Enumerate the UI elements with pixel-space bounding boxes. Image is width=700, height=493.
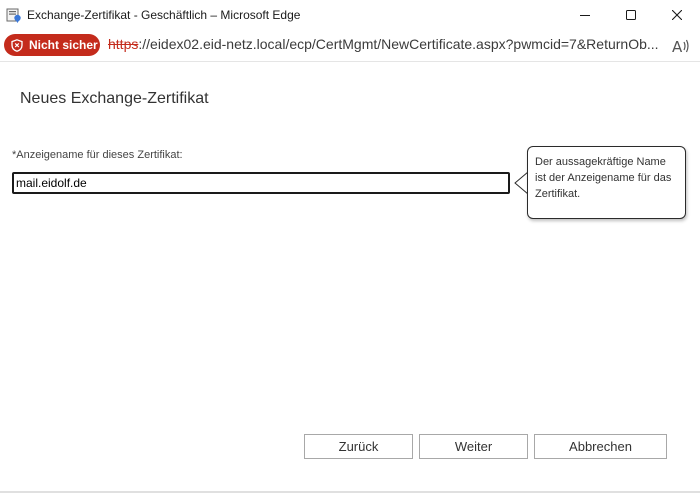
window-title: Exchange-Zertifikat - Geschäftlich – Mic… bbox=[27, 8, 301, 22]
next-button[interactable]: Weiter bbox=[419, 434, 528, 459]
url-field[interactable]: https://eidex02.eid-netz.local/ecp/CertM… bbox=[108, 36, 668, 52]
url-rest: ://eidex02.eid-netz.local/ecp/CertMgmt/N… bbox=[138, 36, 659, 52]
minimize-button[interactable] bbox=[562, 0, 608, 30]
security-label: Nicht sicher bbox=[29, 38, 98, 52]
back-button[interactable]: Zurück bbox=[304, 434, 413, 459]
display-name-label: *Anzeigename für dieses Zertifikat: bbox=[12, 149, 183, 161]
help-callout: Der aussagekräftige Name ist der Anzeige… bbox=[527, 146, 686, 219]
cancel-button[interactable]: Abbrechen bbox=[534, 434, 667, 459]
page-title: Neues Exchange-Zertifikat bbox=[20, 90, 209, 107]
shield-warning-icon bbox=[11, 38, 23, 52]
maximize-button[interactable] bbox=[608, 0, 654, 30]
security-indicator-button[interactable]: Nicht sicher bbox=[4, 34, 100, 56]
window-titlebar: Exchange-Zertifikat - Geschäftlich – Mic… bbox=[0, 0, 700, 30]
callout-arrow bbox=[514, 172, 528, 194]
svg-text:A: A bbox=[672, 38, 683, 55]
exchange-certificate-icon bbox=[6, 7, 22, 23]
close-button[interactable] bbox=[654, 0, 700, 30]
read-aloud-icon[interactable]: A bbox=[672, 37, 692, 56]
display-name-input[interactable] bbox=[12, 172, 510, 194]
toolbar-divider bbox=[0, 61, 700, 62]
url-scheme: https bbox=[108, 36, 139, 52]
